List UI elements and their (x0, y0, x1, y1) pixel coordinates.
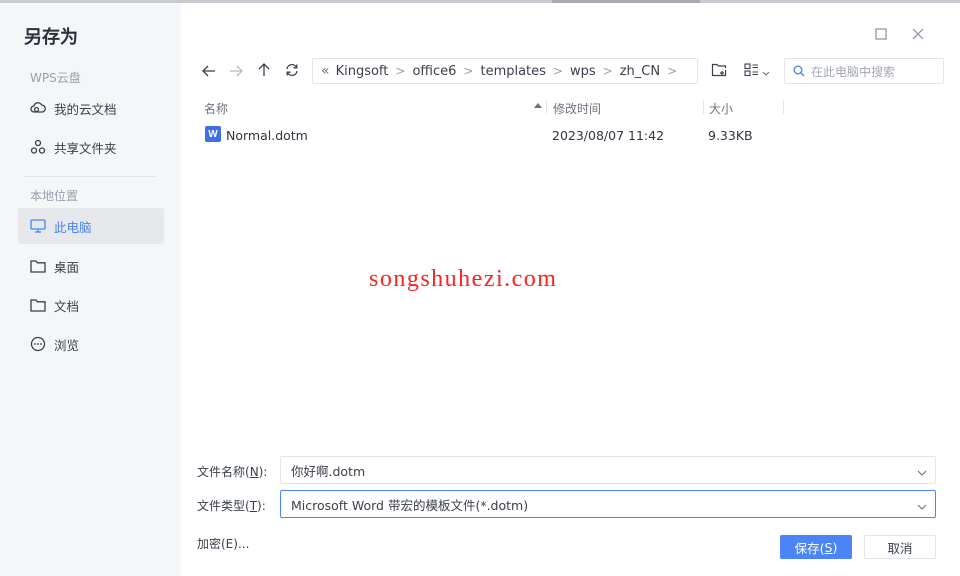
sidebar-item-label: 桌面 (54, 259, 80, 275)
column-header-modified[interactable]: 修改时间 (553, 100, 601, 117)
encrypt-link[interactable]: 加密(E)... (197, 535, 249, 552)
search-placeholder: 在此电脑中搜索 (811, 64, 896, 79)
more-icon (30, 336, 46, 352)
breadcrumb-item[interactable]: wps (570, 64, 596, 79)
cloud-icon (30, 100, 46, 116)
maximize-icon (875, 25, 887, 44)
chevron-down-icon (762, 62, 770, 81)
monitor-icon (30, 218, 46, 234)
filetype-accesskey: T (249, 499, 258, 513)
share-icon (30, 139, 46, 155)
arrow-left-icon (202, 62, 216, 81)
breadcrumb-item[interactable]: Kingsoft (336, 64, 389, 79)
filename-label-text: 文件名称( (197, 465, 250, 479)
forward-button[interactable] (225, 60, 247, 82)
filetype-label: 文件类型(T): (197, 497, 266, 514)
file-row[interactable]: W Normal.dotm 2023/08/07 11:42 9.33KB (196, 124, 936, 148)
column-separator[interactable] (783, 100, 784, 114)
chevron-right-icon: > (395, 64, 406, 78)
view-mode-dropdown[interactable] (742, 60, 772, 82)
file-modified: 2023/08/07 11:42 (552, 128, 665, 143)
column-separator[interactable] (546, 100, 547, 114)
sidebar-item-label: 此电脑 (54, 219, 92, 235)
file-name: Normal.dotm (226, 128, 308, 143)
filename-value: 你好啊.dotm (291, 463, 366, 479)
filename-label-suffix: ): (258, 465, 268, 479)
breadcrumb-overflow[interactable]: « (321, 63, 330, 79)
chevron-right-icon: > (602, 64, 613, 78)
chevron-down-icon[interactable] (917, 499, 927, 514)
back-button[interactable] (198, 60, 220, 82)
arrow-right-icon (229, 62, 243, 81)
up-button[interactable] (253, 60, 275, 82)
save-label-suffix: ) (832, 539, 838, 555)
column-separator[interactable] (703, 100, 704, 114)
sidebar-item-this-pc[interactable]: 此电脑 (18, 208, 164, 244)
new-folder-icon (711, 62, 727, 81)
filetype-label-suffix: ): (257, 499, 266, 513)
filetype-label-text: 文件类型( (197, 499, 250, 513)
search-icon (793, 65, 805, 77)
word-document-icon: W (205, 126, 221, 142)
background-window-segment (552, 0, 700, 3)
file-size: 9.33KB (708, 128, 753, 143)
view-list-icon (744, 62, 760, 81)
sort-ascending-icon (534, 103, 542, 108)
search-input[interactable]: 在此电脑中搜索 (784, 58, 944, 84)
breadcrumb-item[interactable]: zh_CN (620, 64, 660, 79)
filename-accesskey: N (249, 465, 259, 479)
sidebar-item-my-cloud-docs[interactable]: 我的云文档 (18, 90, 164, 126)
save-accesskey: S (824, 539, 833, 555)
refresh-button[interactable] (281, 60, 303, 82)
chevron-right-icon[interactable]: > (667, 64, 677, 78)
section-label-cloud: WPS云盘 (30, 71, 81, 85)
sidebar-item-label: 文档 (54, 298, 80, 314)
close-button[interactable] (908, 24, 928, 44)
sidebar-item-browse[interactable]: 浏览 (18, 326, 164, 362)
sidebar-item-desktop[interactable]: 桌面 (18, 248, 164, 284)
breadcrumb[interactable]: « Kingsoft > office6 > templates > wps >… (312, 58, 698, 84)
chevron-right-icon: > (463, 64, 474, 78)
close-icon (912, 25, 924, 44)
save-label: 保存( (794, 540, 825, 556)
sidebar: 另存为 WPS云盘 我的云文档 共享文件夹 本地位置 此电脑 桌面 文档 浏览 (0, 3, 181, 576)
breadcrumb-item[interactable]: office6 (412, 64, 456, 79)
folder-icon (30, 297, 46, 313)
filename-input[interactable]: 你好啊.dotm (280, 456, 936, 484)
filename-label: 文件名称(N): (197, 463, 267, 480)
sidebar-item-documents[interactable]: 文档 (18, 287, 164, 323)
section-label-local: 本地位置 (30, 189, 79, 203)
breadcrumb-item[interactable]: templates (480, 64, 545, 79)
folder-icon (30, 258, 46, 274)
refresh-icon (285, 62, 299, 81)
watermark: songshuhezi.com (369, 266, 558, 292)
sidebar-item-label: 我的云文档 (54, 101, 117, 117)
chevron-down-icon[interactable] (917, 465, 927, 480)
filetype-select[interactable]: Microsoft Word 带宏的模板文件(*.dotm) (280, 490, 936, 518)
maximize-button[interactable] (871, 24, 891, 44)
cancel-button[interactable]: 取消 (864, 535, 936, 559)
sidebar-item-label: 共享文件夹 (54, 140, 117, 156)
column-header-size[interactable]: 大小 (709, 100, 733, 117)
dialog-title: 另存为 (24, 27, 78, 48)
sidebar-item-label: 浏览 (54, 337, 80, 353)
filetype-value: Microsoft Word 带宏的模板文件(*.dotm) (291, 497, 529, 513)
chevron-right-icon: > (552, 64, 563, 78)
sidebar-divider (24, 176, 157, 177)
new-folder-button[interactable] (710, 60, 728, 82)
arrow-up-icon (258, 62, 270, 81)
column-header-name[interactable]: 名称 (204, 100, 228, 117)
save-button[interactable]: 保存(S) (780, 535, 852, 559)
sidebar-item-shared-folders[interactable]: 共享文件夹 (18, 129, 164, 165)
